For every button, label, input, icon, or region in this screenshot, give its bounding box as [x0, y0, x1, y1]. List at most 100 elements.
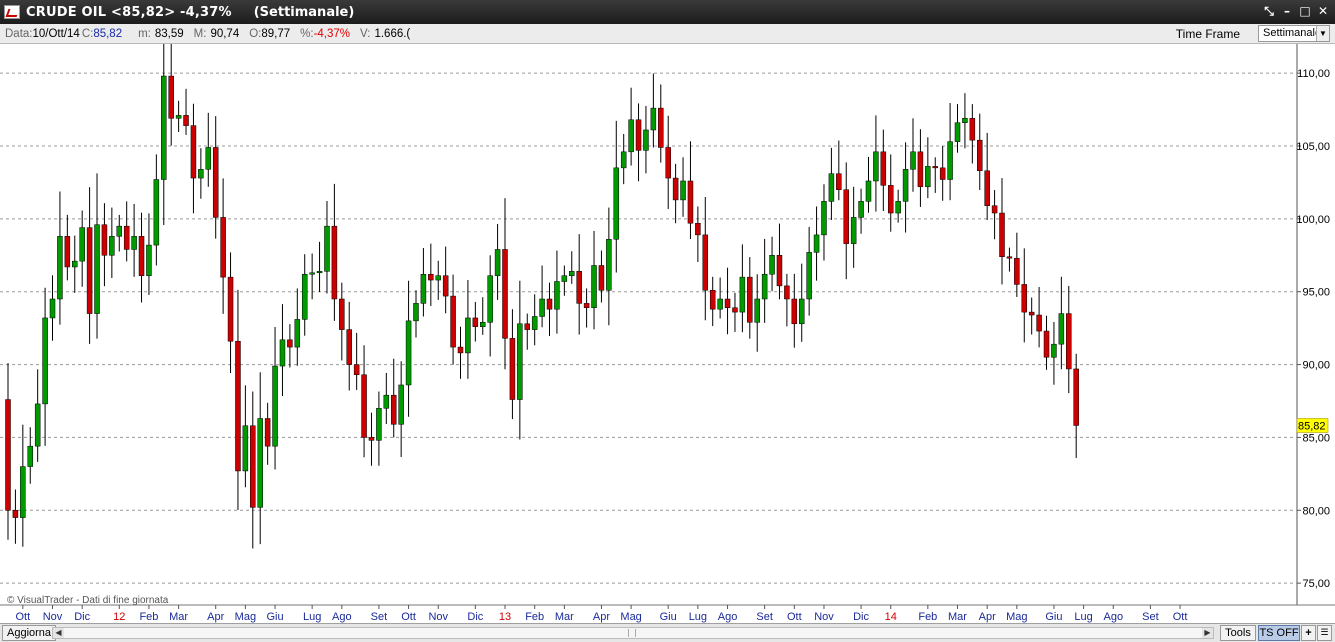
chart-scrollbar[interactable]: ◀ ▶ [52, 627, 1214, 639]
candle-up [873, 151, 879, 182]
candle-down [546, 298, 553, 310]
candle-down [368, 437, 375, 441]
candle-up [480, 322, 486, 327]
scroll-left-icon[interactable]: ◀ [53, 628, 64, 638]
candle-down [235, 341, 241, 472]
candle-up [383, 394, 390, 409]
candle-up [643, 129, 649, 151]
candle-up [606, 239, 612, 291]
candle-down [1006, 256, 1013, 259]
time-tick-label: Lug [303, 611, 321, 623]
time-tick-label: Mag [1006, 611, 1027, 623]
candle-up [902, 169, 909, 202]
candle-down [390, 394, 397, 425]
minimize-icon[interactable]: – [1279, 3, 1295, 19]
candle-up [739, 276, 746, 313]
candle-down [969, 118, 976, 141]
candle-down [64, 236, 71, 268]
bottom-toolbar: Aggiorna ◀ ▶ Tools TS OFF + ☰ [0, 623, 1335, 642]
time-tick-label: Ott [16, 611, 31, 623]
candle-up [109, 236, 115, 256]
candle-down [346, 329, 352, 365]
price-tick-label: 80,00 [1302, 505, 1330, 517]
candle-up [561, 275, 568, 282]
candle-down [880, 151, 887, 186]
price-tick-label: 110,00 [1297, 68, 1330, 80]
candle-up [554, 281, 560, 310]
candle-up [865, 180, 872, 202]
date-label: Data: [5, 27, 33, 40]
time-tick-label: 13 [499, 611, 511, 623]
candle-up [1051, 343, 1057, 358]
candle-up [761, 273, 768, 300]
max-label: M: [193, 27, 207, 40]
min-label: m: [138, 27, 151, 40]
candle-up [131, 236, 137, 250]
window-titlebar[interactable]: CRUDE OIL <85,82> -4,37% (Settimanale) ⤡… [0, 0, 1335, 24]
close-value: 85,82 [93, 27, 123, 40]
candle-down [250, 425, 256, 508]
tools-button[interactable]: Tools [1220, 625, 1256, 641]
candle-down [999, 212, 1005, 257]
candle-down [1066, 313, 1072, 370]
candle-down [123, 225, 130, 250]
candle-up [895, 201, 901, 214]
time-tick-label: Feb [918, 611, 937, 623]
candle-up [717, 298, 723, 310]
time-tick-label: Mag [620, 611, 641, 623]
candle-up [72, 260, 78, 268]
candle-up [272, 365, 278, 447]
candle-up [591, 265, 597, 308]
time-tick-label: Set [371, 611, 388, 623]
candle-up [279, 339, 286, 367]
time-tick-label: Ott [401, 611, 416, 623]
refresh-button[interactable]: Aggiorna [2, 625, 57, 641]
close-label: C: [81, 27, 94, 40]
candle-up [798, 298, 805, 325]
time-tick-label: Lug [1074, 611, 1092, 623]
candle-down [887, 185, 894, 214]
candle-up [257, 418, 263, 508]
pin-icon[interactable]: ⤡ [1261, 3, 1277, 19]
timeframe-select[interactable]: Settimanale ▼ [1258, 25, 1330, 42]
candle-up [821, 201, 827, 236]
ts-off-button[interactable]: TS OFF [1258, 625, 1300, 641]
menu-icon[interactable]: ☰ [1317, 625, 1332, 641]
candle-down [836, 173, 842, 190]
time-tick-label: Mar [555, 611, 574, 623]
candle-up [294, 319, 301, 348]
candle-up [20, 466, 26, 518]
candle-up [754, 298, 760, 323]
candle-down [5, 399, 11, 511]
time-tick-label: 14 [885, 611, 897, 623]
add-button[interactable]: + [1301, 625, 1316, 641]
candlestick-chart[interactable]: 75,00 80,00 85,00 90,00 95,00 100,00 105,00 110… [0, 44, 1335, 623]
close-icon[interactable]: ✕ [1315, 3, 1331, 19]
scroll-thumb[interactable] [628, 629, 636, 637]
chart-background [0, 44, 1335, 623]
candle-down [977, 139, 983, 172]
last-price-marker: 85,82 [1296, 418, 1329, 433]
price-tick-label: 105,00 [1296, 141, 1330, 153]
candle-down [1021, 284, 1028, 313]
scroll-right-icon[interactable]: ▶ [1202, 628, 1213, 638]
dropdown-arrow-icon[interactable]: ▼ [1316, 26, 1329, 41]
candle-down [747, 276, 753, 323]
open-value: 89,77 [261, 27, 291, 40]
candle-down [331, 225, 338, 300]
candle-down [776, 255, 783, 287]
candle-down [524, 323, 531, 330]
maximize-icon[interactable]: □ [1297, 3, 1313, 19]
last-price-label: 85,82 [1298, 420, 1326, 432]
candle-down [598, 265, 605, 291]
candle-up [242, 425, 249, 472]
volume-label: V: [360, 27, 371, 40]
candle-up [947, 141, 953, 180]
candle-up [198, 169, 204, 179]
candle-up [531, 316, 538, 330]
open-label: O: [249, 27, 262, 40]
window-timeframe: (Settimanale) [253, 4, 355, 20]
chart-watermark: © VisualTrader - Dati di fine giornata [7, 595, 169, 606]
time-tick-label: Set [756, 611, 773, 623]
candle-down [843, 189, 849, 244]
